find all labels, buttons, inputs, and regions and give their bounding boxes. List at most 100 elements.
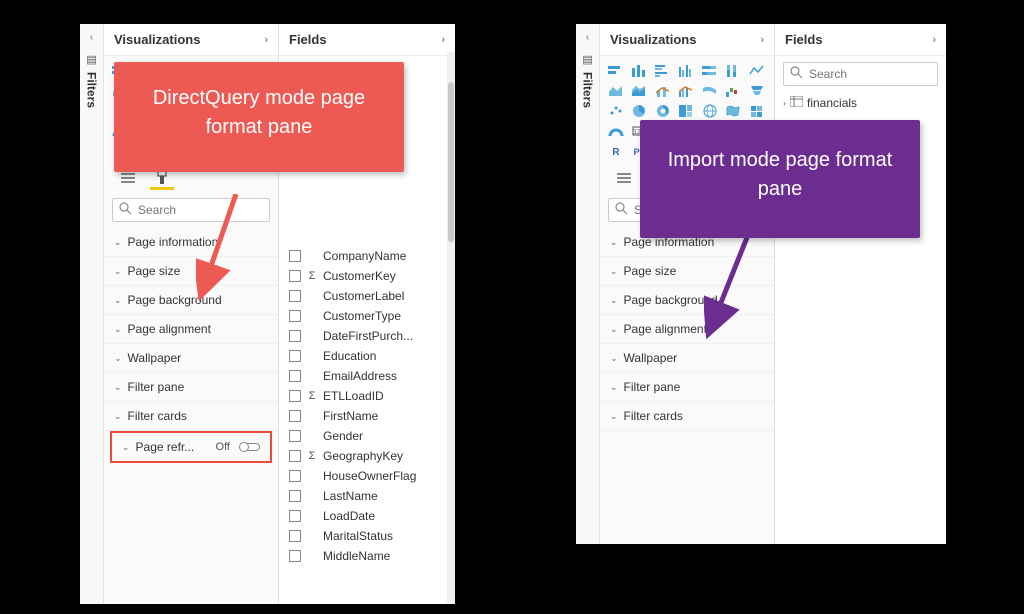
viz-area-icon[interactable] xyxy=(606,82,626,100)
field-name: CompanyName xyxy=(323,249,406,263)
field-item[interactable]: Gender xyxy=(279,426,455,446)
section-filter-cards[interactable]: ⌄ Filter cards xyxy=(104,402,278,431)
field-item[interactable]: CompanyName xyxy=(279,246,455,266)
search-icon xyxy=(119,202,132,218)
field-checkbox[interactable] xyxy=(289,490,301,502)
viz-shape-map-icon[interactable] xyxy=(747,102,767,120)
field-item[interactable]: ΣGeographyKey xyxy=(279,446,455,466)
viz-waterfall-icon[interactable] xyxy=(723,82,743,100)
section-label: Wallpaper xyxy=(624,351,678,365)
section-filter-pane[interactable]: ⌄ Filter pane xyxy=(600,373,774,402)
page-refresh-toggle[interactable] xyxy=(240,443,260,451)
fields-table-financials[interactable]: › financials xyxy=(775,92,946,114)
fields-header[interactable]: Fields › xyxy=(775,24,946,56)
field-item[interactable]: Education xyxy=(279,346,455,366)
field-item[interactable]: HouseOwnerFlag xyxy=(279,466,455,486)
sigma-icon: Σ xyxy=(307,450,317,462)
field-checkbox[interactable] xyxy=(289,350,301,362)
field-checkbox[interactable] xyxy=(289,250,301,262)
viz-line-icon[interactable] xyxy=(747,62,767,80)
field-item[interactable]: MiddleName xyxy=(279,546,455,566)
field-checkbox[interactable] xyxy=(289,550,301,562)
field-item[interactable]: CustomerType xyxy=(279,306,455,326)
field-item[interactable]: EmailAddress xyxy=(279,366,455,386)
field-item[interactable]: ΣETLLoadID xyxy=(279,386,455,406)
section-label: Filter cards xyxy=(128,409,187,423)
fields-tool-icon[interactable] xyxy=(612,166,636,190)
viz-line-stacked-icon[interactable] xyxy=(653,82,673,100)
section-label: Page size xyxy=(128,264,181,278)
fields-pane: Fields › › financials xyxy=(775,24,946,544)
field-item[interactable]: LoadDate xyxy=(279,506,455,526)
field-name: CustomerKey xyxy=(323,269,396,283)
visualizations-header[interactable]: Visualizations › xyxy=(600,24,774,56)
viz-map-icon[interactable] xyxy=(700,102,720,120)
viz-line-clustered-icon[interactable] xyxy=(676,82,696,100)
callout-import: Import mode page format pane xyxy=(640,120,920,238)
callout-text: Import mode page format pane xyxy=(668,149,893,200)
field-checkbox[interactable] xyxy=(289,410,301,422)
field-item[interactable]: CustomerLabel xyxy=(279,286,455,306)
field-checkbox[interactable] xyxy=(289,510,301,522)
viz-100-stacked-column-icon[interactable] xyxy=(723,62,743,80)
chevron-down-icon: ⌄ xyxy=(610,237,618,248)
field-checkbox[interactable] xyxy=(289,450,301,462)
field-name: DateFirstPurch... xyxy=(323,329,413,343)
field-item[interactable]: ΣCustomerKey xyxy=(279,266,455,286)
section-wallpaper[interactable]: ⌄ Wallpaper xyxy=(600,344,774,373)
fields-search-input[interactable] xyxy=(809,67,931,81)
field-name: FirstName xyxy=(323,409,378,423)
chevron-down-icon: ⌄ xyxy=(114,353,122,364)
fields-search-box[interactable] xyxy=(783,62,938,86)
fields-header[interactable]: Fields › xyxy=(279,24,455,56)
viz-treemap-icon[interactable] xyxy=(676,102,696,120)
viz-donut-icon[interactable] xyxy=(653,102,673,120)
filters-tab[interactable]: ‹ ▤ Filters xyxy=(80,24,104,604)
section-filter-cards[interactable]: ⌄ Filter cards xyxy=(600,402,774,431)
viz-clustered-column-icon[interactable] xyxy=(676,62,696,80)
field-checkbox[interactable] xyxy=(289,470,301,482)
field-checkbox[interactable] xyxy=(289,270,301,282)
section-page-information[interactable]: ⌄ Page information xyxy=(104,228,278,257)
viz-stacked-area-icon[interactable] xyxy=(629,82,649,100)
viz-stacked-bar-icon[interactable] xyxy=(606,62,626,80)
viz-pie-icon[interactable] xyxy=(629,102,649,120)
field-item[interactable]: MaritalStatus xyxy=(279,526,455,546)
viz-gauge-icon[interactable] xyxy=(606,122,626,140)
viz-ribbon-icon[interactable] xyxy=(700,82,720,100)
field-item[interactable]: DateFirstPurch... xyxy=(279,326,455,346)
field-checkbox[interactable] xyxy=(289,310,301,322)
field-item[interactable]: LastName xyxy=(279,486,455,506)
filters-label: Filters xyxy=(85,72,99,108)
section-page-refresh[interactable]: ⌄ Page refr... Off xyxy=(112,433,270,461)
visualizations-header[interactable]: Visualizations › xyxy=(104,24,278,56)
sigma-icon: Σ xyxy=(307,390,317,402)
viz-funnel-icon[interactable] xyxy=(747,82,767,100)
field-checkbox[interactable] xyxy=(289,330,301,342)
section-page-alignment[interactable]: ⌄ Page alignment xyxy=(104,315,278,344)
filters-tab[interactable]: ‹ ▤ Filters xyxy=(576,24,600,544)
visualizations-title: Visualizations xyxy=(610,32,696,47)
field-checkbox[interactable] xyxy=(289,430,301,442)
section-wallpaper[interactable]: ⌄ Wallpaper xyxy=(104,344,278,373)
section-filter-pane[interactable]: ⌄ Filter pane xyxy=(104,373,278,402)
field-checkbox[interactable] xyxy=(289,390,301,402)
field-checkbox[interactable] xyxy=(289,370,301,382)
field-checkbox[interactable] xyxy=(289,290,301,302)
format-search-box[interactable] xyxy=(112,198,270,222)
viz-filled-map-icon[interactable] xyxy=(723,102,743,120)
field-checkbox[interactable] xyxy=(289,530,301,542)
chevron-down-icon: ⌄ xyxy=(610,324,618,335)
viz-stacked-column-icon[interactable] xyxy=(629,62,649,80)
section-page-background[interactable]: ⌄ Page background xyxy=(104,286,278,315)
fields-scrollbar[interactable] xyxy=(447,52,455,604)
viz-r-icon[interactable]: R xyxy=(606,142,626,160)
chevron-down-icon: ⌄ xyxy=(114,411,122,422)
viz-100-stacked-bar-icon[interactable] xyxy=(700,62,720,80)
filters-label: Filters xyxy=(581,72,595,108)
field-item[interactable]: FirstName xyxy=(279,406,455,426)
field-name: CustomerType xyxy=(323,309,401,323)
viz-clustered-bar-icon[interactable] xyxy=(653,62,673,80)
viz-scatter-icon[interactable] xyxy=(606,102,626,120)
section-page-size[interactable]: ⌄ Page size xyxy=(104,257,278,286)
